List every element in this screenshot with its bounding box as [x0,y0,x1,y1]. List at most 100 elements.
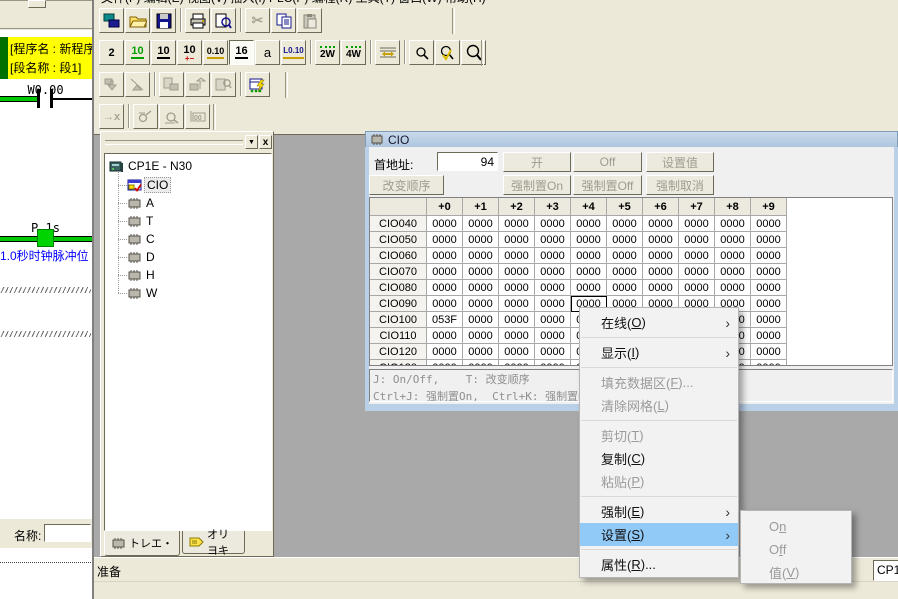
ladder-scroll-widget[interactable] [28,0,46,8]
force-cancel-button[interactable]: 强制取消 [646,175,714,195]
grid-cell[interactable]: 0000 [571,280,607,296]
differential-monitor-button[interactable]: 00 [185,104,210,129]
transfer-to-plc-button[interactable] [185,72,210,97]
four-word-button[interactable]: 4W [341,40,366,65]
grid-cell[interactable]: 0000 [715,216,751,232]
upload-button[interactable] [125,72,150,97]
grid-cell[interactable]: 0000 [427,296,463,312]
tab-address[interactable]: オリヨキ [182,531,245,554]
download-button[interactable] [99,72,124,97]
grid-cell[interactable]: 0000 [499,344,535,360]
change-order-button[interactable]: 改变顺序 [369,175,444,195]
grid-cell[interactable]: 0000 [463,280,499,296]
grid-cell[interactable]: 0000 [679,280,715,296]
tree-item-c[interactable]: C [127,231,155,247]
name-input[interactable] [44,524,91,542]
grid-cell[interactable]: 0000 [535,296,571,312]
grid-cell[interactable]: 0000 [535,280,571,296]
format-decimal-pm-button[interactable]: 10+− [177,40,202,65]
tree-item-t[interactable]: T [127,213,153,229]
ladder-area[interactable]: [程序名 : 新程序 [段名称 : 段1] W0.00 P_1s 1.0秒时钟脉… [0,30,92,519]
zoom-out-button[interactable] [409,40,434,65]
grid-cell[interactable]: 0000 [643,264,679,280]
panel-close-button[interactable]: x [259,135,272,149]
grid-cell[interactable]: 0000 [499,264,535,280]
format-binary-button[interactable]: 2 [99,40,124,65]
tree-item-d[interactable]: D [127,249,155,265]
grid-cell[interactable]: 0000 [427,328,463,344]
two-word-button[interactable]: 2W [315,40,340,65]
tree-item-h[interactable]: H [127,267,155,283]
tab-memory[interactable]: トレエ・ [104,531,180,556]
grid-cell[interactable]: 0000 [427,280,463,296]
grid-cell[interactable]: 0000 [643,248,679,264]
menu-item-clear-grid[interactable]: 清除网格(L) [580,394,738,417]
grid-cell[interactable]: 0000 [535,360,571,366]
grid-cell[interactable]: 0000 [679,264,715,280]
grid-cell[interactable]: 0000 [499,248,535,264]
grid-cell[interactable]: 0000 [607,248,643,264]
grid-cell[interactable]: 0000 [463,296,499,312]
format-signed-decimal-button[interactable]: 10 [125,40,150,65]
verify-button[interactable] [211,72,236,97]
menu-item-paste[interactable]: 粘贴(P) [580,470,738,493]
grid-cell[interactable]: 0000 [427,232,463,248]
grid-cell[interactable]: 0000 [607,280,643,296]
menubar-items[interactable]: 文件(F) 编辑(E) 视图(V) 插入(I) PLC(P) 编程(R) 工具(… [101,0,486,5]
grid-cell[interactable]: 0000 [499,312,535,328]
grid-cell[interactable]: 0000 [751,344,787,360]
grid-cell[interactable]: 0000 [751,232,787,248]
tree-item-a[interactable]: A [127,195,154,211]
copy-button[interactable] [271,8,296,33]
format-decimal-button[interactable]: 10 [151,40,176,65]
grid-cell[interactable]: 0000 [427,344,463,360]
menu-item-set-off[interactable]: Off [741,538,851,561]
grid-cell[interactable]: 0000 [535,216,571,232]
window-title-bar[interactable]: CIO [365,131,898,148]
grid-cell[interactable]: 0000 [535,248,571,264]
panel-grip[interactable] [105,140,243,145]
column-width-button[interactable] [375,40,400,65]
grid-cell[interactable]: 0000 [751,264,787,280]
grid-cell[interactable]: 0000 [499,296,535,312]
print-preview-button[interactable] [211,8,236,33]
off-button[interactable]: Off [573,152,642,172]
menu-item-properties[interactable]: 属性(R)... [580,553,738,576]
grid-cell[interactable]: 0000 [427,216,463,232]
grid-cell[interactable]: 0000 [535,328,571,344]
menu-item-set[interactable]: 设置(S)› [580,523,738,546]
grid-cell[interactable]: 0000 [535,264,571,280]
grid-cell[interactable]: 0000 [535,312,571,328]
format-hex-button[interactable]: 16 [229,40,254,65]
grid-cell[interactable]: 053F [427,312,463,328]
on-button[interactable]: 开 [503,152,571,172]
grid-cell[interactable]: 0000 [571,264,607,280]
grid-cell[interactable]: 0000 [427,264,463,280]
menubar[interactable]: 文件(F) 编辑(E) 视图(V) 插入(I) PLC(P) 编程(R) 工具(… [97,0,887,5]
cut-button[interactable]: ✂ [245,8,270,33]
grid-cell[interactable]: 0000 [463,248,499,264]
grid-cell[interactable]: 0000 [679,248,715,264]
print-button[interactable] [185,8,210,33]
grid-cell[interactable]: 0000 [463,328,499,344]
menu-item-force[interactable]: 强制(E)› [580,500,738,523]
grid-cell[interactable]: 0000 [535,232,571,248]
grid-cell[interactable]: 0000 [499,360,535,366]
tree-item-w[interactable]: W [127,285,157,301]
grid-cell[interactable]: 0000 [751,248,787,264]
menu-item-display[interactable]: 显示(I)› [580,341,738,364]
menu-item-set-on[interactable]: On [741,515,851,538]
menu-item-online[interactable]: 在线(O)› [580,311,738,334]
grid-cell[interactable]: 0000 [607,232,643,248]
grid-cell[interactable]: 0000 [751,328,787,344]
grid-cell[interactable]: 0000 [463,344,499,360]
zoom-fit-button[interactable] [435,40,460,65]
grid-cell[interactable]: 0000 [499,232,535,248]
save-button[interactable] [151,8,176,33]
grid-cell[interactable]: 0000 [571,216,607,232]
format-long-float-button[interactable]: L0.10 [281,40,306,65]
set-value-button[interactable]: 设置值 [646,152,714,172]
grid-cell[interactable]: 0000 [463,360,499,366]
grid-cell[interactable]: 0000 [751,312,787,328]
grid-cell[interactable]: 0000 [643,232,679,248]
